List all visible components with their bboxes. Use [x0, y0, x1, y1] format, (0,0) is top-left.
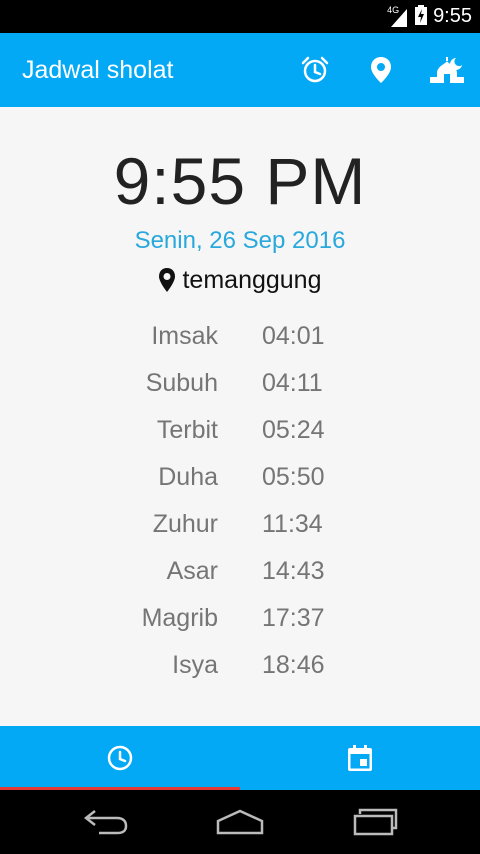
prayer-time: 05:24 [262, 416, 325, 444]
recent-apps-button[interactable] [296, 790, 456, 854]
tab-calendar[interactable] [240, 726, 480, 790]
current-date: Senin, 26 Sep 2016 [134, 227, 346, 254]
location-display: temanggung [0, 262, 480, 298]
network-signal-icon: 4G [387, 5, 409, 27]
main-content: 9:55 PM Senin, 26 Sep 2016 temanggung Im… [0, 107, 480, 726]
alarm-button[interactable] [282, 33, 348, 107]
recent-apps-icon [353, 808, 398, 836]
location-button[interactable] [348, 33, 414, 107]
app-bar: Jadwal sholat [0, 33, 480, 107]
mosque-icon [430, 57, 464, 83]
prayer-time: 04:11 [262, 369, 323, 397]
prayer-name: Isya [172, 651, 218, 679]
bottom-tab-bar [0, 726, 480, 790]
prayer-row: Terbit 05:24 [0, 416, 480, 463]
prayer-row: Isya 18:46 [0, 651, 480, 698]
system-navigation-bar [0, 790, 480, 854]
mosque-button[interactable] [414, 33, 480, 107]
prayer-time: 17:37 [262, 604, 325, 632]
prayer-time: 14:43 [262, 557, 325, 585]
prayer-row: Magrib 17:37 [0, 604, 480, 651]
status-time: 9:55 [433, 5, 472, 27]
prayer-name: Duha [158, 463, 218, 491]
prayer-time: 18:46 [262, 651, 325, 679]
calendar-icon [348, 745, 372, 771]
prayer-name: Imsak [151, 322, 218, 350]
prayer-time: 05:50 [262, 463, 325, 491]
location-pin-icon [371, 57, 391, 83]
prayer-row: Imsak 04:01 [0, 322, 480, 369]
prayer-time: 04:01 [262, 322, 325, 350]
prayer-name: Terbit [156, 416, 218, 444]
clock-icon [107, 745, 133, 771]
location-pin-icon [159, 268, 176, 292]
app-title: Jadwal sholat [22, 56, 174, 84]
prayer-row: Asar 14:43 [0, 557, 480, 604]
prayer-name: Zuhur [152, 510, 218, 538]
status-icons: 4G 9:55 [387, 0, 472, 33]
prayer-name: Subuh [145, 369, 218, 397]
battery-icon [415, 4, 428, 29]
location-name: temanggung [182, 265, 322, 294]
app-actions [282, 33, 480, 107]
status-bar: 4G 9:55 [0, 0, 480, 33]
back-arrow-icon [83, 810, 128, 835]
prayer-times-list: Imsak 04:01 Subuh 04:11 Terbit 05:24 Duh… [0, 322, 480, 698]
prayer-row: Zuhur 11:34 [0, 510, 480, 557]
current-time: 9:55 PM [113, 144, 367, 218]
prayer-name: Asar [166, 557, 218, 585]
home-icon [216, 809, 264, 835]
prayer-row: Subuh 04:11 [0, 369, 480, 416]
prayer-time: 11:34 [262, 510, 323, 538]
prayer-name: Magrib [141, 604, 218, 632]
tab-clock[interactable] [0, 726, 240, 790]
prayer-row: Duha 05:50 [0, 463, 480, 510]
alarm-clock-icon [301, 56, 329, 83]
